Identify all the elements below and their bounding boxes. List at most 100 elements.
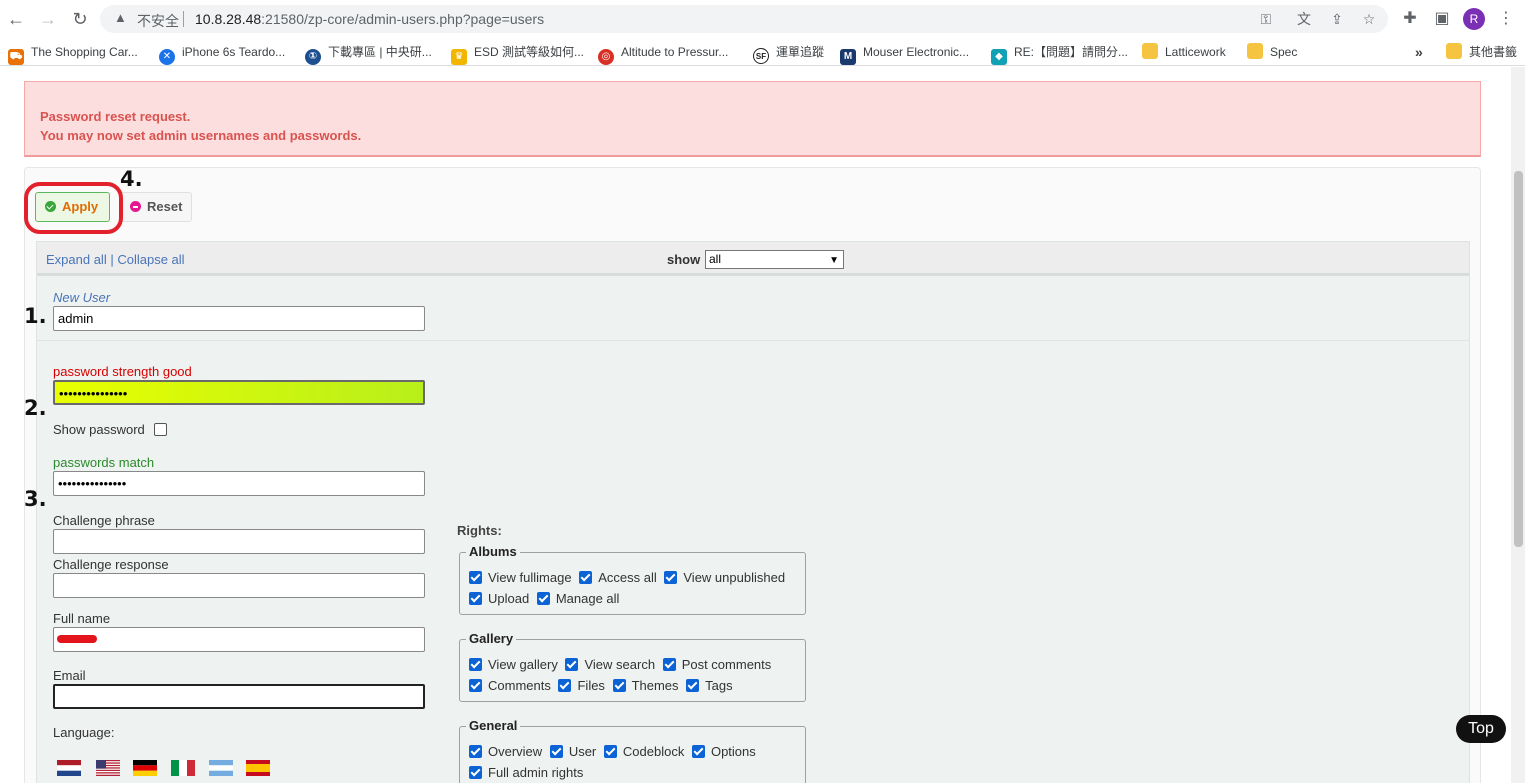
rights-option-label: Comments bbox=[488, 678, 551, 693]
rights-checkbox[interactable] bbox=[686, 679, 700, 692]
annotation-2: 2. bbox=[24, 396, 47, 420]
show-password-row: Show password bbox=[53, 422, 168, 437]
show-select[interactable]: all ▼ bbox=[705, 250, 844, 269]
rights-option-label: Access all bbox=[598, 570, 657, 585]
bookmarks-overflow-icon[interactable]: » bbox=[1415, 43, 1423, 61]
bookmark-item[interactable]: M Mouser Electronic... bbox=[840, 43, 969, 65]
rights-checkbox[interactable] bbox=[469, 571, 482, 584]
page-scrollbar[interactable] bbox=[1511, 67, 1525, 783]
show-password-checkbox[interactable] bbox=[154, 423, 168, 436]
trophy-icon: ♛ bbox=[451, 49, 467, 65]
translate-icon[interactable]: 文 bbox=[1295, 10, 1313, 28]
side-panel-icon[interactable]: ▣ bbox=[1432, 9, 1452, 29]
rights-checkbox[interactable] bbox=[603, 745, 617, 758]
username-input[interactable]: admin bbox=[53, 306, 425, 331]
flag-spain-icon[interactable] bbox=[246, 760, 270, 776]
profile-avatar[interactable]: R bbox=[1463, 8, 1485, 30]
passwords-match-label: passwords match bbox=[53, 455, 155, 470]
challenge-phrase-input[interactable] bbox=[53, 529, 425, 554]
sf-icon: SF bbox=[753, 48, 769, 64]
confirm-password-input[interactable]: ••••••••••••••• bbox=[53, 471, 425, 496]
forward-icon[interactable]: → bbox=[38, 9, 58, 29]
reload-icon[interactable]: ↻ bbox=[70, 9, 90, 29]
bookmark-item[interactable]: ✕ iPhone 6s Teardo... bbox=[159, 43, 285, 65]
bookmark-item[interactable]: Spec bbox=[1247, 43, 1297, 61]
section-divider bbox=[37, 340, 1469, 341]
flag-usa-icon[interactable] bbox=[96, 760, 120, 776]
rights-checkbox[interactable] bbox=[469, 592, 482, 605]
challenge-response-input[interactable] bbox=[53, 573, 425, 598]
email-input[interactable] bbox=[53, 684, 425, 709]
challenge-phrase-label: Challenge phrase bbox=[53, 513, 155, 528]
rights-option-label: View fullimage bbox=[488, 570, 572, 585]
new-user-label: New User bbox=[53, 290, 111, 305]
flag-netherlands-icon[interactable] bbox=[57, 760, 81, 776]
flag-italy-icon[interactable] bbox=[171, 760, 195, 776]
star-icon[interactable]: ☆ bbox=[1360, 10, 1378, 28]
flag-argentina-icon[interactable] bbox=[209, 760, 233, 776]
folder-icon bbox=[1446, 43, 1462, 59]
rights-option-label: View unpublished bbox=[683, 570, 786, 585]
rights-option-label: Manage all bbox=[555, 591, 620, 606]
bookmark-item[interactable]: SF 運單追蹤 bbox=[753, 43, 824, 64]
email-label: Email bbox=[53, 668, 86, 683]
extensions-icon[interactable]: ✚ bbox=[1400, 9, 1420, 29]
other-bookmarks[interactable]: 其他書籤 bbox=[1446, 43, 1517, 61]
annotation-1: 1. bbox=[24, 304, 47, 328]
rights-option-label: Files bbox=[577, 678, 605, 693]
rights-checkbox[interactable] bbox=[558, 679, 572, 692]
rights-option-label: Upload bbox=[488, 591, 530, 606]
alert-line-2: You may now set admin usernames and pass… bbox=[40, 128, 362, 143]
rights-option-label: User bbox=[568, 744, 597, 759]
rights-checkbox[interactable] bbox=[469, 766, 482, 779]
back-icon[interactable]: ← bbox=[6, 9, 26, 29]
mouser-icon: M bbox=[840, 49, 856, 65]
rights-checkbox[interactable] bbox=[469, 658, 482, 671]
rights-checkbox[interactable] bbox=[549, 745, 563, 758]
bookmark-item[interactable]: ① 下載專區 | 中央研... bbox=[305, 43, 432, 65]
alert-line-1: Password reset request. bbox=[40, 109, 191, 124]
rights-group-legend: General bbox=[466, 718, 521, 733]
rights-checkbox[interactable] bbox=[536, 592, 550, 605]
rights-checkbox[interactable] bbox=[565, 658, 579, 671]
menu-icon[interactable]: ⋮ bbox=[1496, 9, 1516, 29]
password-input[interactable]: ••••••••••••••• bbox=[53, 380, 425, 405]
insecure-label: 不安全 bbox=[137, 13, 179, 29]
key-icon[interactable]: ⚿ bbox=[1257, 10, 1275, 28]
rights-checkbox[interactable] bbox=[469, 679, 482, 692]
address-bar[interactable]: ▲ 不安全 10.8.28.48:21580/zp-core/admin-use… bbox=[100, 5, 1388, 33]
link-divider: | bbox=[110, 252, 114, 267]
page-content: Password reset request. You may now set … bbox=[0, 67, 1510, 783]
expand-all-link[interactable]: Expand all bbox=[46, 252, 107, 267]
rights-option-label: View search bbox=[584, 657, 656, 672]
folder-icon bbox=[1142, 43, 1158, 59]
annotation-3: 3. bbox=[24, 487, 47, 511]
url-text[interactable]: 10.8.28.48:21580/zp-core/admin-users.php… bbox=[195, 11, 544, 27]
share-icon[interactable]: ⇪ bbox=[1328, 10, 1346, 28]
bookmark-item[interactable]: ◎ Altitude to Pressur... bbox=[598, 43, 728, 65]
show-label: show bbox=[667, 252, 701, 267]
bookmark-item[interactable]: ♛ ESD 測試等級如何... bbox=[451, 43, 584, 65]
rights-checkbox[interactable] bbox=[612, 679, 626, 692]
language-label: Language: bbox=[53, 725, 115, 740]
full-name-label: Full name bbox=[53, 611, 111, 626]
rights-checkbox[interactable] bbox=[469, 745, 482, 758]
rights-checkbox[interactable] bbox=[662, 658, 676, 671]
bookmark-item[interactable]: Latticework bbox=[1142, 43, 1226, 61]
flag-germany-icon[interactable] bbox=[133, 760, 157, 776]
full-name-input[interactable] bbox=[53, 627, 425, 652]
target-icon: ◎ bbox=[598, 49, 614, 65]
list-header: Expand all | Collapse all show all ▼ bbox=[37, 242, 1469, 276]
rights-checkbox[interactable] bbox=[664, 571, 678, 584]
scrollbar-thumb[interactable] bbox=[1514, 171, 1523, 547]
reset-button[interactable]: Reset bbox=[120, 192, 192, 222]
back-to-top-button[interactable]: Top bbox=[1456, 715, 1506, 743]
bahamut-icon: ◆ bbox=[991, 49, 1007, 65]
rights-checkbox[interactable] bbox=[691, 745, 705, 758]
redaction-mark bbox=[57, 635, 97, 643]
cart-icon: ⛟ bbox=[8, 49, 24, 65]
bookmark-item[interactable]: ◆ RE:【問題】請問分... bbox=[991, 43, 1128, 65]
collapse-all-link[interactable]: Collapse all bbox=[117, 252, 184, 267]
rights-checkbox[interactable] bbox=[579, 571, 593, 584]
bookmark-item[interactable]: ⛟ The Shopping Car... bbox=[8, 43, 138, 65]
